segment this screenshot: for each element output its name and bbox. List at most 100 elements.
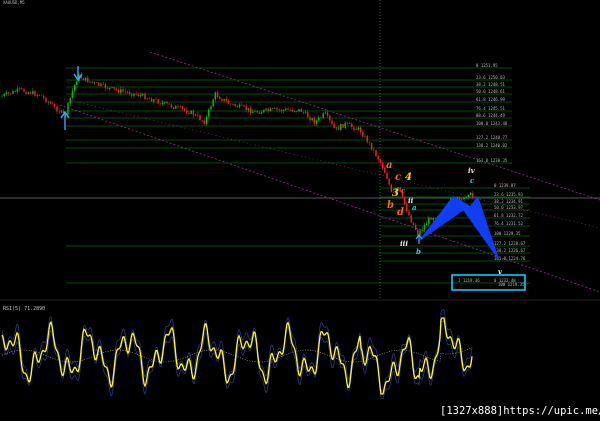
candle-body [186, 110, 188, 113]
candle-body [139, 94, 142, 96]
chart-canvas: XAUUSD,M5 0 1251.95 23.6 1250.03 38.2 1248… [0, 0, 600, 417]
candle-body [377, 156, 379, 160]
candle-body [408, 211, 410, 216]
candle-body [76, 81, 78, 85]
wave-label: iv [468, 166, 476, 175]
candle-body [69, 97, 71, 104]
candle-body [12, 91, 14, 94]
candle-body [386, 172, 388, 179]
fib-level-label: 61.8 1232.72 [494, 213, 523, 218]
candle-body [254, 111, 256, 112]
candle-body [170, 104, 173, 108]
candle-body [102, 83, 104, 85]
candle-body [403, 196, 406, 205]
candle-body [271, 108, 274, 110]
candle-body [60, 110, 63, 113]
candle-body [111, 87, 113, 88]
candle-body [14, 91, 16, 92]
candle-body [168, 103, 170, 105]
candle-body [263, 109, 265, 113]
candle-body [131, 94, 133, 96]
candle-body [467, 194, 470, 197]
candle-body [40, 95, 43, 97]
candle-body [353, 127, 355, 130]
candle-body [120, 89, 122, 93]
candle-body [91, 81, 93, 83]
candle-body [172, 107, 175, 109]
candle-body [313, 118, 316, 124]
candle-body [410, 215, 412, 223]
fib-level-label: 50.0 1248.61 [476, 89, 505, 94]
candle-body [49, 101, 52, 104]
candle-body [461, 199, 463, 200]
candle-body [430, 217, 432, 221]
candle-body [157, 99, 159, 104]
candle-body [179, 106, 181, 107]
candle-body [362, 132, 364, 137]
candle-body [351, 123, 353, 128]
fib-level-label: 38.2 1234.91 [494, 199, 523, 204]
candle-body [126, 91, 129, 93]
candle-body [285, 108, 287, 110]
candle-body [267, 108, 269, 111]
candle-body [388, 178, 390, 185]
candle-body [192, 110, 195, 116]
fib-level-label: 100.0 1243.48 [476, 121, 508, 126]
rsi-title: RSI(5) 71.2890 [3, 306, 45, 312]
candle-body [421, 229, 423, 231]
candle-body [238, 104, 241, 108]
candle-body [124, 91, 126, 93]
candle-body [282, 109, 285, 111]
candle-body [177, 106, 179, 107]
candle-body [137, 94, 140, 96]
candle-body [95, 82, 98, 83]
candle-body [375, 150, 377, 157]
candle-body [340, 124, 342, 130]
candle-body [366, 135, 368, 143]
candle-body [298, 108, 300, 112]
candle-body [304, 112, 307, 113]
candle-body [364, 135, 366, 137]
candle-body [276, 108, 278, 110]
candle-body [324, 112, 327, 114]
candle-body [359, 127, 362, 133]
candle-body [82, 78, 85, 81]
candle-body [73, 84, 76, 91]
watermark: [1327x888]https://upic.me/ [440, 405, 600, 417]
wave-label: 4 [405, 172, 412, 183]
candle-body [144, 93, 146, 100]
candle-body [337, 127, 340, 130]
candle-body [93, 82, 96, 83]
candle-body [32, 91, 34, 95]
candle-body [309, 117, 311, 121]
candle-body [293, 111, 296, 112]
fib-level-label: 76.4 1231.52 [494, 221, 523, 226]
wave-label: b [387, 200, 394, 211]
wave-label: c [470, 176, 475, 185]
candle-body [249, 108, 252, 114]
candle-body [18, 88, 21, 89]
target-box-label-1: 1 1219.36 [458, 278, 480, 283]
candle-body [29, 92, 32, 95]
fib-level-label: 61.8 1246.99 [476, 97, 505, 102]
candle-body [234, 104, 236, 107]
candle-body [425, 223, 428, 225]
candle-body [412, 222, 415, 225]
candle-body [122, 89, 124, 92]
candle-body [197, 114, 199, 116]
candle-body [216, 92, 219, 98]
candle-body [142, 93, 144, 95]
candle-body [331, 120, 333, 124]
candle-body [230, 103, 232, 105]
candle-body [43, 96, 45, 98]
candle-body [56, 106, 58, 112]
candle-body [199, 115, 201, 121]
candle-body [100, 83, 102, 86]
candle-body [87, 77, 89, 83]
candle-body [133, 93, 135, 96]
candle-body [58, 111, 60, 113]
candle-body [300, 108, 302, 113]
wave-label: b [416, 247, 421, 256]
candle-body [370, 142, 373, 150]
fib-level-label: 23.6 1250.03 [476, 75, 505, 80]
